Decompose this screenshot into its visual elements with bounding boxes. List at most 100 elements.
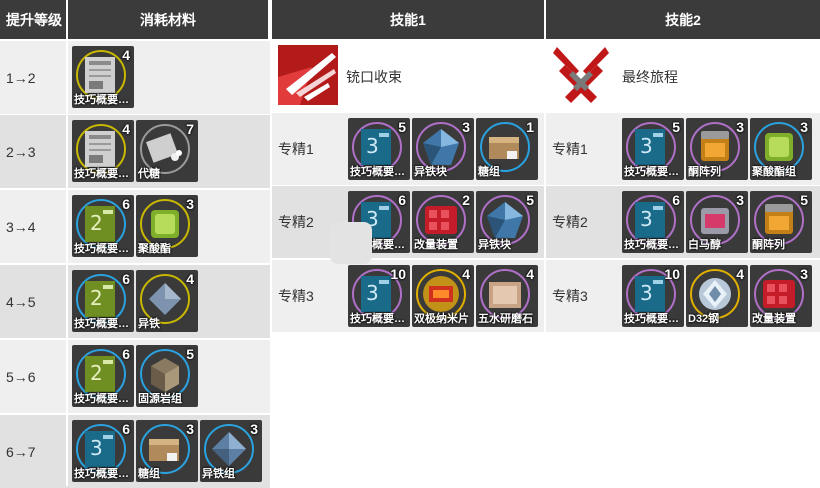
material-name: 白马醇 [688, 239, 721, 251]
material-count: 6 [672, 192, 680, 208]
material-count: 5 [526, 192, 534, 208]
material-item[interactable]: 5 酮阵列 [750, 191, 812, 253]
orirock-iron-icon [145, 279, 185, 319]
material-item[interactable]: 3 聚酸酯组 [750, 118, 812, 180]
material-name: 酮阵列 [752, 239, 785, 251]
material-count: 4 [526, 266, 534, 282]
material-item[interactable]: 7 代糖 [136, 120, 198, 182]
book-3-icon: 3 [631, 127, 671, 167]
sugar-sub-icon [145, 129, 185, 169]
ketone-icon [695, 127, 735, 167]
mastery-label: 专精2 [278, 214, 314, 230]
material-count: 6 [122, 346, 130, 362]
material-item[interactable]: 3 异铁组 [200, 420, 262, 482]
polyester-icon [145, 204, 185, 244]
material-count: 4 [462, 266, 470, 282]
watermark-icon [330, 222, 372, 264]
material-item[interactable]: 3 酮阵列 [686, 118, 748, 180]
sugar-pack-icon [485, 127, 525, 167]
material-item[interactable]: 4 双极纳米片 [412, 265, 474, 327]
device-icon [759, 274, 799, 314]
svg-text:2: 2 [90, 361, 103, 385]
svg-text:2: 2 [90, 286, 103, 310]
material-item[interactable]: 3 10 技巧概要… [348, 265, 410, 327]
material-item[interactable]: 3 5 技巧概要… [622, 118, 684, 180]
material-item[interactable]: 2 改量装置 [412, 191, 474, 253]
header-skill2: 技能2 [546, 0, 820, 39]
orirock-cube-icon [145, 354, 185, 394]
material-item[interactable]: 3 聚酸酯 [136, 195, 198, 257]
skill2-name: 最终旅程 [622, 69, 678, 85]
svg-text:3: 3 [640, 134, 653, 158]
level-row [0, 340, 270, 413]
material-item[interactable]: 3 白马醇 [686, 191, 748, 253]
ketone-icon [759, 200, 799, 240]
material-name: 技巧概要… [74, 243, 129, 255]
svg-text:3: 3 [366, 134, 379, 158]
book-3-icon: 3 [357, 127, 397, 167]
level-row [0, 41, 270, 114]
material-count: 1 [526, 119, 534, 135]
material-count: 3 [736, 192, 744, 208]
material-count: 10 [664, 266, 680, 282]
material-item[interactable]: 5 异铁块 [476, 191, 538, 253]
material-name: 技巧概要… [74, 468, 129, 480]
material-item[interactable]: 5 固源岩组 [136, 345, 198, 407]
material-name: 聚酸酯组 [752, 166, 796, 178]
material-item[interactable]: 1 糖组 [476, 118, 538, 180]
material-name: D32钢 [688, 313, 720, 325]
material-item[interactable]: 3 糖组 [136, 420, 198, 482]
material-count: 3 [736, 119, 744, 135]
material-name: 技巧概要… [74, 94, 129, 106]
skill2-icon [551, 45, 611, 105]
material-item[interactable]: 2 6 技巧概要… [72, 270, 134, 332]
material-item[interactable]: 4 五水研磨石 [476, 265, 538, 327]
material-item[interactable]: 3 6 技巧概要… [72, 420, 134, 482]
alcohol-icon [695, 200, 735, 240]
material-name: 异铁块 [478, 239, 511, 251]
header-skill1: 技能1 [272, 0, 544, 39]
material-name: 技巧概要… [350, 313, 405, 325]
material-name: 技巧概要… [74, 393, 129, 405]
material-item[interactable]: 3 5 技巧概要… [348, 118, 410, 180]
material-name: 改量装置 [414, 239, 458, 251]
d32-icon [695, 274, 735, 314]
level-label: 3→4 [6, 218, 36, 235]
material-count: 3 [800, 266, 808, 282]
material-item[interactable]: 4 异铁 [136, 270, 198, 332]
material-item[interactable]: 4 技巧概要… [72, 46, 134, 108]
material-count: 3 [462, 119, 470, 135]
material-item[interactable]: 4 D32钢 [686, 265, 748, 327]
skill1-icon [278, 45, 338, 105]
svg-text:2: 2 [90, 211, 103, 235]
header-level: 提升等级 [0, 0, 66, 39]
material-count: 3 [800, 119, 808, 135]
material-item[interactable]: 4 技巧概要… [72, 120, 134, 182]
material-name: 技巧概要… [624, 166, 679, 178]
mastery-label: 专精1 [552, 141, 588, 157]
column-divider [270, 0, 272, 335]
material-name: 糖组 [478, 166, 500, 178]
material-name: 异铁块 [414, 166, 447, 178]
svg-text:3: 3 [640, 281, 653, 305]
material-item[interactable]: 3 6 技巧概要… [622, 191, 684, 253]
material-item[interactable]: 3 异铁块 [412, 118, 474, 180]
material-item[interactable]: 3 10 技巧概要… [622, 265, 684, 327]
material-name: 异铁组 [202, 468, 235, 480]
book-2-icon: 2 [81, 204, 121, 244]
mastery-label: 专精3 [278, 288, 314, 304]
material-item[interactable]: 2 6 技巧概要… [72, 345, 134, 407]
material-count: 4 [122, 47, 130, 63]
material-count: 10 [390, 266, 406, 282]
material-count: 3 [186, 196, 194, 212]
material-count: 3 [250, 421, 258, 437]
level-label: 1→2 [6, 69, 36, 86]
material-name: 技巧概要… [624, 239, 679, 251]
material-name: 糖组 [138, 468, 160, 480]
material-name: 改量装置 [752, 313, 796, 325]
material-count: 6 [122, 271, 130, 287]
material-item[interactable]: 3 改量装置 [750, 265, 812, 327]
material-item[interactable]: 2 6 技巧概要… [72, 195, 134, 257]
iron-block-icon [485, 200, 525, 240]
mastery-label: 专精1 [278, 141, 314, 157]
